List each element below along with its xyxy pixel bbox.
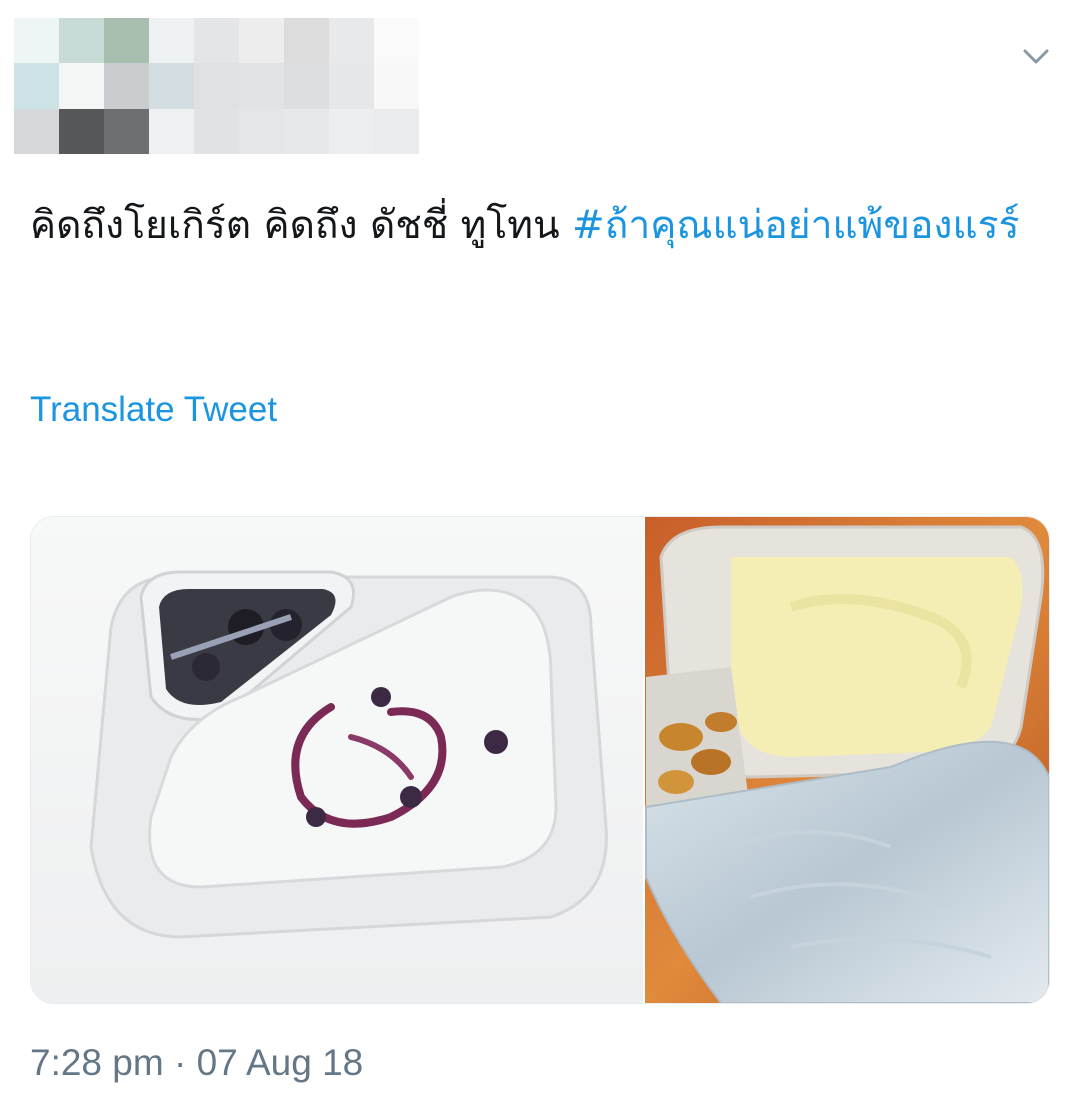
hashtag-link[interactable]: #ถ้าคุณแน่อย่าแพ้ของแรร์ — [572, 203, 1019, 248]
chevron-down-icon[interactable] — [1020, 42, 1052, 70]
tweet-text: คิดถึงโยเกิร์ต คิดถึง ดัชชี่ ทูโทน #ถ้าค… — [30, 194, 1030, 258]
tweet-timestamp[interactable]: 7:28 pm · 07 Aug 18 — [30, 1042, 363, 1084]
tweet-body-text: คิดถึงโยเกิร์ต คิดถึง ดัชชี่ ทูโทน — [30, 203, 573, 248]
timestamp-separator: · — [163, 1042, 197, 1083]
translate-tweet-link[interactable]: Translate Tweet — [30, 390, 277, 430]
yogurt-cup-photo[interactable] — [31, 517, 643, 1003]
tweet-time: 7:28 pm — [30, 1042, 164, 1083]
blurred-user-header[interactable] — [14, 18, 419, 154]
opened-yogurt-cup-photo[interactable] — [645, 517, 1049, 1003]
tweet-media[interactable] — [30, 516, 1050, 1004]
tweet-date: 07 Aug 18 — [196, 1042, 364, 1083]
